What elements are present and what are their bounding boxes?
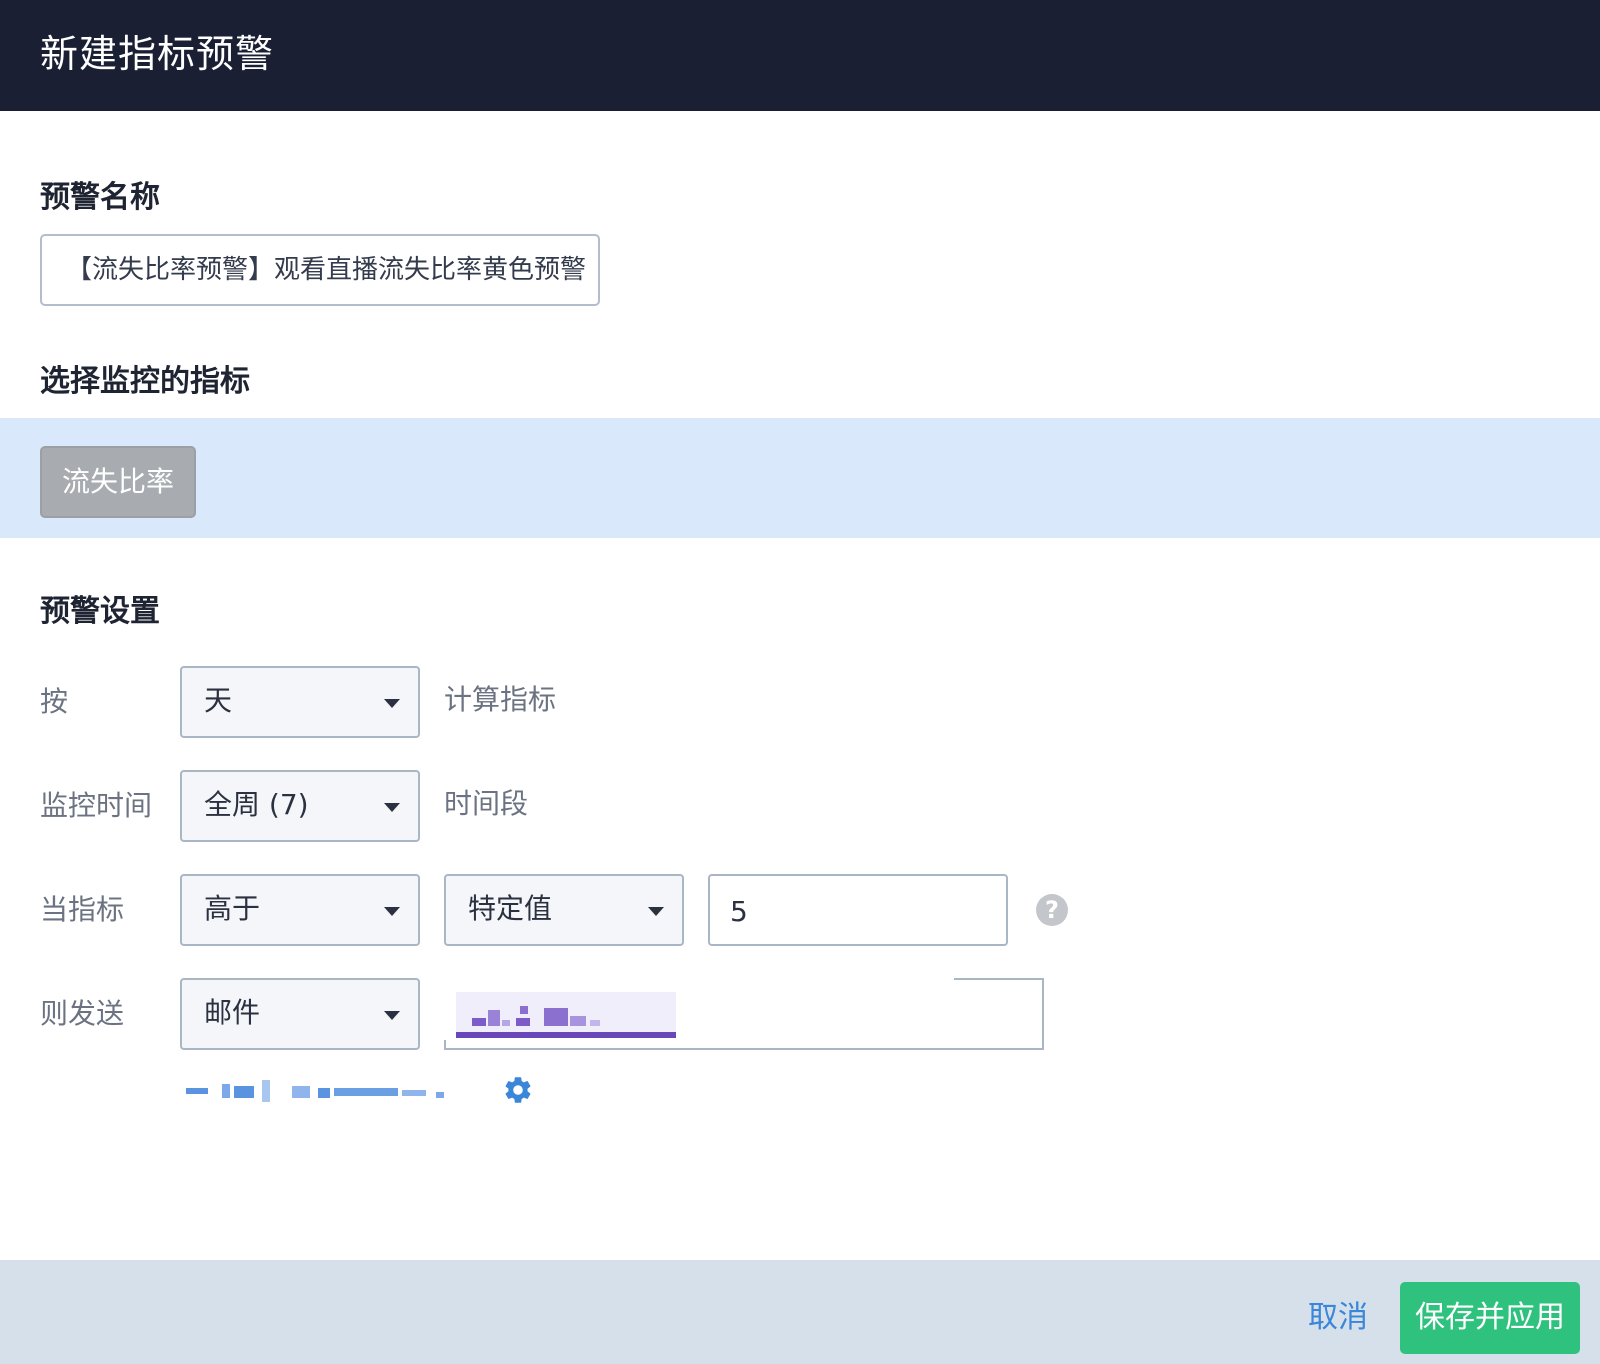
redacted-pixel — [570, 1016, 586, 1026]
caret-down-icon — [384, 699, 400, 708]
dialog-title: 新建指标预警 — [40, 32, 275, 76]
comparator-select[interactable]: 高于 — [180, 874, 420, 946]
redacted-pixel — [436, 1092, 444, 1098]
redacted-pixel — [516, 1018, 530, 1026]
redacted-pixel — [520, 1006, 528, 1014]
redacted-pixel — [488, 1010, 500, 1026]
gear-icon[interactable] — [502, 1074, 534, 1106]
send-label: 则发送 — [40, 997, 125, 1030]
threshold-type-select[interactable]: 特定值 — [444, 874, 684, 946]
alert-name-input[interactable]: 【流失比率预警】观看直播流失比率黄色预警 — [40, 234, 600, 306]
calc-metric-suffix: 计算指标 — [444, 683, 557, 716]
period-select[interactable]: 天 — [180, 666, 420, 738]
period-select-value: 天 — [204, 684, 233, 717]
time-range-suffix: 时间段 — [444, 787, 529, 820]
alert-settings-label: 预警设置 — [40, 594, 160, 629]
redacted-pixel — [402, 1090, 426, 1096]
monitor-time-select-value: 全周 (7) — [204, 788, 309, 821]
monitor-time-select[interactable]: 全周 (7) — [180, 770, 420, 842]
by-label: 按 — [40, 685, 69, 718]
metric-section-label: 选择监控的指标 — [40, 364, 250, 399]
redacted-pixel — [186, 1088, 208, 1094]
redacted-pixel — [234, 1086, 254, 1098]
redacted-pixel — [262, 1080, 270, 1102]
redacted-pixel — [334, 1088, 398, 1096]
threshold-input[interactable]: 5 — [708, 874, 1008, 946]
caret-down-icon — [384, 1011, 400, 1020]
redacted-pixel — [292, 1086, 310, 1098]
redacted-pixel — [222, 1084, 230, 1098]
recipient-input-border — [444, 1040, 446, 1050]
cancel-button[interactable]: 取消 — [1308, 1282, 1368, 1354]
monitor-time-label: 监控时间 — [40, 789, 153, 822]
redacted-pixel — [472, 1018, 486, 1026]
redacted-pixel — [590, 1020, 600, 1026]
caret-down-icon — [384, 907, 400, 916]
redacted-pixel — [502, 1020, 510, 1026]
recipient-input-border — [954, 978, 1044, 980]
channel-select-value: 邮件 — [204, 996, 261, 1029]
condition-label: 当指标 — [40, 893, 125, 926]
metric-list — [0, 418, 1600, 538]
help-icon[interactable]: ? — [1036, 894, 1068, 926]
dialog-header: 新建指标预警 — [0, 0, 1600, 111]
redacted-pixel — [318, 1088, 330, 1098]
caret-down-icon — [384, 803, 400, 812]
metric-chip-churn-rate[interactable]: 流失比率 — [40, 446, 196, 518]
comparator-select-value: 高于 — [204, 892, 261, 925]
redacted-pixel — [544, 1008, 568, 1026]
recipient-tag-underline — [456, 1032, 676, 1038]
channel-select[interactable]: 邮件 — [180, 978, 420, 1050]
alert-name-label: 预警名称 — [40, 180, 160, 215]
save-and-apply-button[interactable]: 保存并应用 — [1400, 1282, 1580, 1354]
threshold-type-select-value: 特定值 — [468, 892, 553, 925]
caret-down-icon — [648, 907, 664, 916]
